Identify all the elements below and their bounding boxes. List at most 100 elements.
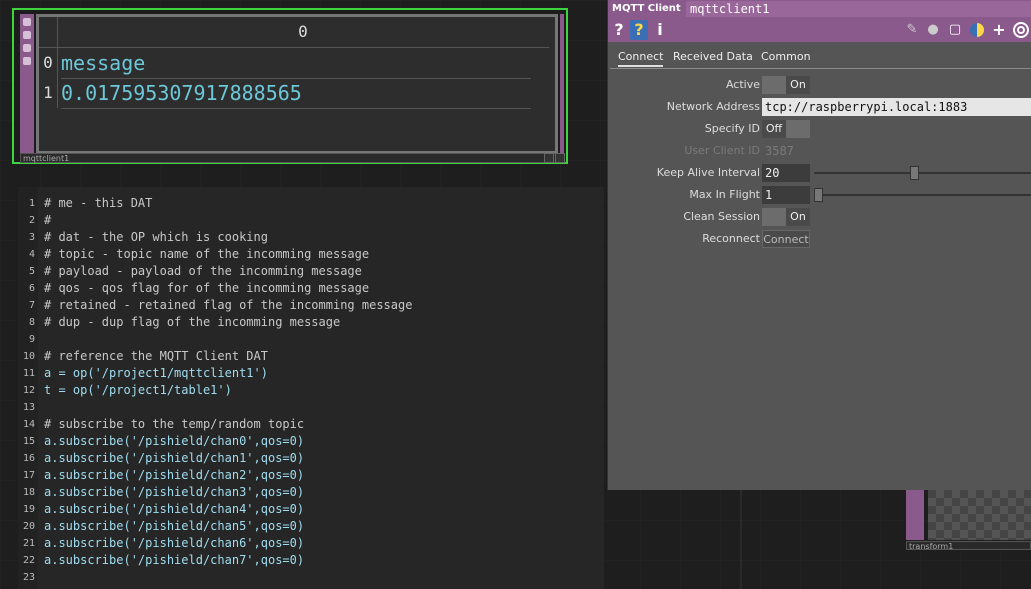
help-icon[interactable]: ?: [612, 20, 626, 40]
transform-node[interactable]: transform1: [906, 490, 1031, 551]
code-text: a.subscribe('/pishield/chan7',qos=0): [44, 553, 305, 567]
node-label: mqttclient1: [20, 153, 560, 163]
edit-flag-icon[interactable]: [23, 31, 31, 39]
code-text: a.subscribe('/pishield/chan4',qos=0): [44, 502, 305, 516]
param-label: Network Address: [666, 100, 760, 113]
param-label: Max In Flight: [689, 188, 760, 201]
param-user-client-id: User Client ID 3587: [608, 141, 1031, 161]
line-number: 10: [22, 351, 35, 362]
node-output-connector[interactable]: [560, 14, 564, 154]
lock-flag-icon[interactable]: [23, 44, 31, 52]
param-max-in-flight: Max In Flight 1: [608, 185, 1031, 205]
code-text: a.subscribe('/pishield/chan3',qos=0): [44, 485, 305, 499]
line-number: 13: [22, 402, 35, 413]
param-keep-alive-interval: Keep Alive Interval 20: [608, 163, 1031, 183]
code-text: # subscribe to the temp/random topic: [44, 417, 305, 431]
max-in-flight-slider-handle[interactable]: [814, 188, 823, 202]
code-text: # dup - dup flag of the incomming messag…: [44, 315, 341, 329]
table-row-index: 0: [39, 48, 58, 78]
line-number: 6: [28, 283, 35, 294]
table-cell: 0.017595307917888565: [61, 78, 531, 109]
panel-header: MQTT Client mqttclient1: [608, 0, 1031, 18]
line-number: 7: [28, 300, 35, 311]
param-clean-session: Clean Session On: [608, 207, 1031, 227]
node-expand-icon[interactable]: [555, 153, 565, 163]
code-text: a = op('/project1/mqttclient1'): [44, 366, 268, 380]
op-name-field[interactable]: mqttclient1: [686, 1, 1031, 17]
line-number: 17: [22, 470, 35, 481]
comment-icon[interactable]: ●: [924, 20, 942, 40]
param-label: Active: [725, 78, 760, 91]
line-number: 9: [28, 334, 35, 345]
tab-received-data[interactable]: Received Data: [673, 50, 753, 63]
max-in-flight-field[interactable]: 1: [762, 186, 810, 204]
param-label: Specify ID: [704, 122, 760, 135]
param-label: Clean Session: [683, 210, 760, 223]
code-text: a.subscribe('/pishield/chan1',qos=0): [44, 451, 305, 465]
clean-session-toggle[interactable]: On: [762, 208, 810, 226]
keep-alive-field[interactable]: 20: [762, 164, 810, 182]
table-corner: [39, 17, 58, 48]
parameter-panel: MQTT Client mqttclient1 ? ? i ✎ ● ▢ + Co…: [607, 0, 1031, 490]
table-row-index: 1: [39, 78, 58, 108]
python-icon[interactable]: [968, 20, 986, 40]
line-number: 4: [28, 249, 35, 260]
add-icon[interactable]: +: [990, 20, 1008, 40]
pencil-icon[interactable]: ✎: [904, 20, 920, 40]
code-text: a.subscribe('/pishield/chan6',qos=0): [44, 536, 305, 550]
line-number: 15: [22, 436, 35, 447]
table-cell: message: [61, 48, 531, 79]
tab-common[interactable]: Common: [761, 50, 811, 63]
clipboard-icon[interactable]: ▢: [946, 20, 964, 40]
code-text: # reference the MQTT Client DAT: [44, 349, 268, 363]
line-number: 14: [22, 419, 35, 430]
network-address-field[interactable]: tcp://raspberrypi.local:1883: [762, 98, 1031, 116]
code-text: # payload - payload of the incomming mes…: [44, 264, 362, 278]
line-number: 5: [28, 266, 35, 277]
tab-divider: [610, 68, 1031, 69]
param-reconnect: Reconnect Connect: [608, 229, 1031, 249]
keep-alive-slider-handle[interactable]: [909, 166, 919, 180]
code-text: #: [44, 213, 52, 227]
line-number: 22: [22, 555, 35, 566]
line-number: 12: [22, 385, 35, 396]
code-text: # topic - topic name of the incomming me…: [44, 247, 370, 261]
table-viewer: 0 0 message 1 0.017595307917888565: [36, 14, 558, 154]
active-toggle[interactable]: On: [762, 76, 810, 94]
specify-id-toggle[interactable]: Off: [762, 120, 810, 138]
code-text: # qos - qos flag for of the incomming me…: [44, 281, 370, 295]
table-dat-node[interactable]: 0 0 message 1 0.017595307917888565 mqttc…: [12, 8, 568, 164]
viewer-flag-icon[interactable]: [23, 18, 31, 26]
code-text: a.subscribe('/pishield/chan5',qos=0): [44, 519, 305, 533]
param-label: Reconnect: [702, 232, 760, 245]
reconnect-button[interactable]: Connect: [762, 230, 810, 248]
line-number: 18: [22, 487, 35, 498]
info-icon[interactable]: i: [654, 20, 666, 40]
code-editor[interactable]: 1 # me - this DAT 2 #3 # dat - the OP which …: [18, 187, 604, 589]
code-text: # dat - the OP which is cooking: [44, 230, 268, 244]
param-active: Active On: [608, 75, 1031, 95]
line-number: 1: [28, 198, 35, 209]
line-number: 19: [22, 504, 35, 515]
param-label: Keep Alive Interval: [656, 166, 760, 179]
keep-alive-slider-track[interactable]: [814, 172, 1031, 174]
param-network-address: Network Address tcp://raspberrypi.local:…: [608, 97, 1031, 117]
panel-toolbar: ? ? i ✎ ● ▢ +: [608, 18, 1031, 42]
code-text: a.subscribe('/pishield/chan2',qos=0): [44, 468, 305, 482]
line-number: 3: [28, 232, 35, 243]
python-help-icon[interactable]: ?: [630, 20, 648, 40]
line-number: 11: [22, 368, 35, 379]
wire: [740, 490, 742, 589]
user-client-id-field: 3587: [765, 144, 794, 158]
node-flag-strip: [906, 490, 924, 540]
line-number: 8: [28, 317, 35, 328]
node-viewer-toggle-icon[interactable]: [544, 153, 554, 163]
node-label: transform1: [906, 541, 1031, 551]
op-type-label: MQTT Client: [612, 3, 681, 14]
line-number: 21: [22, 538, 35, 549]
tab-connect[interactable]: Connect: [618, 50, 664, 67]
code-text: # me - this DAT: [44, 196, 153, 210]
bypass-flag-icon[interactable]: [23, 57, 31, 65]
max-in-flight-slider-track[interactable]: [814, 194, 1031, 196]
target-icon[interactable]: [1012, 20, 1030, 40]
